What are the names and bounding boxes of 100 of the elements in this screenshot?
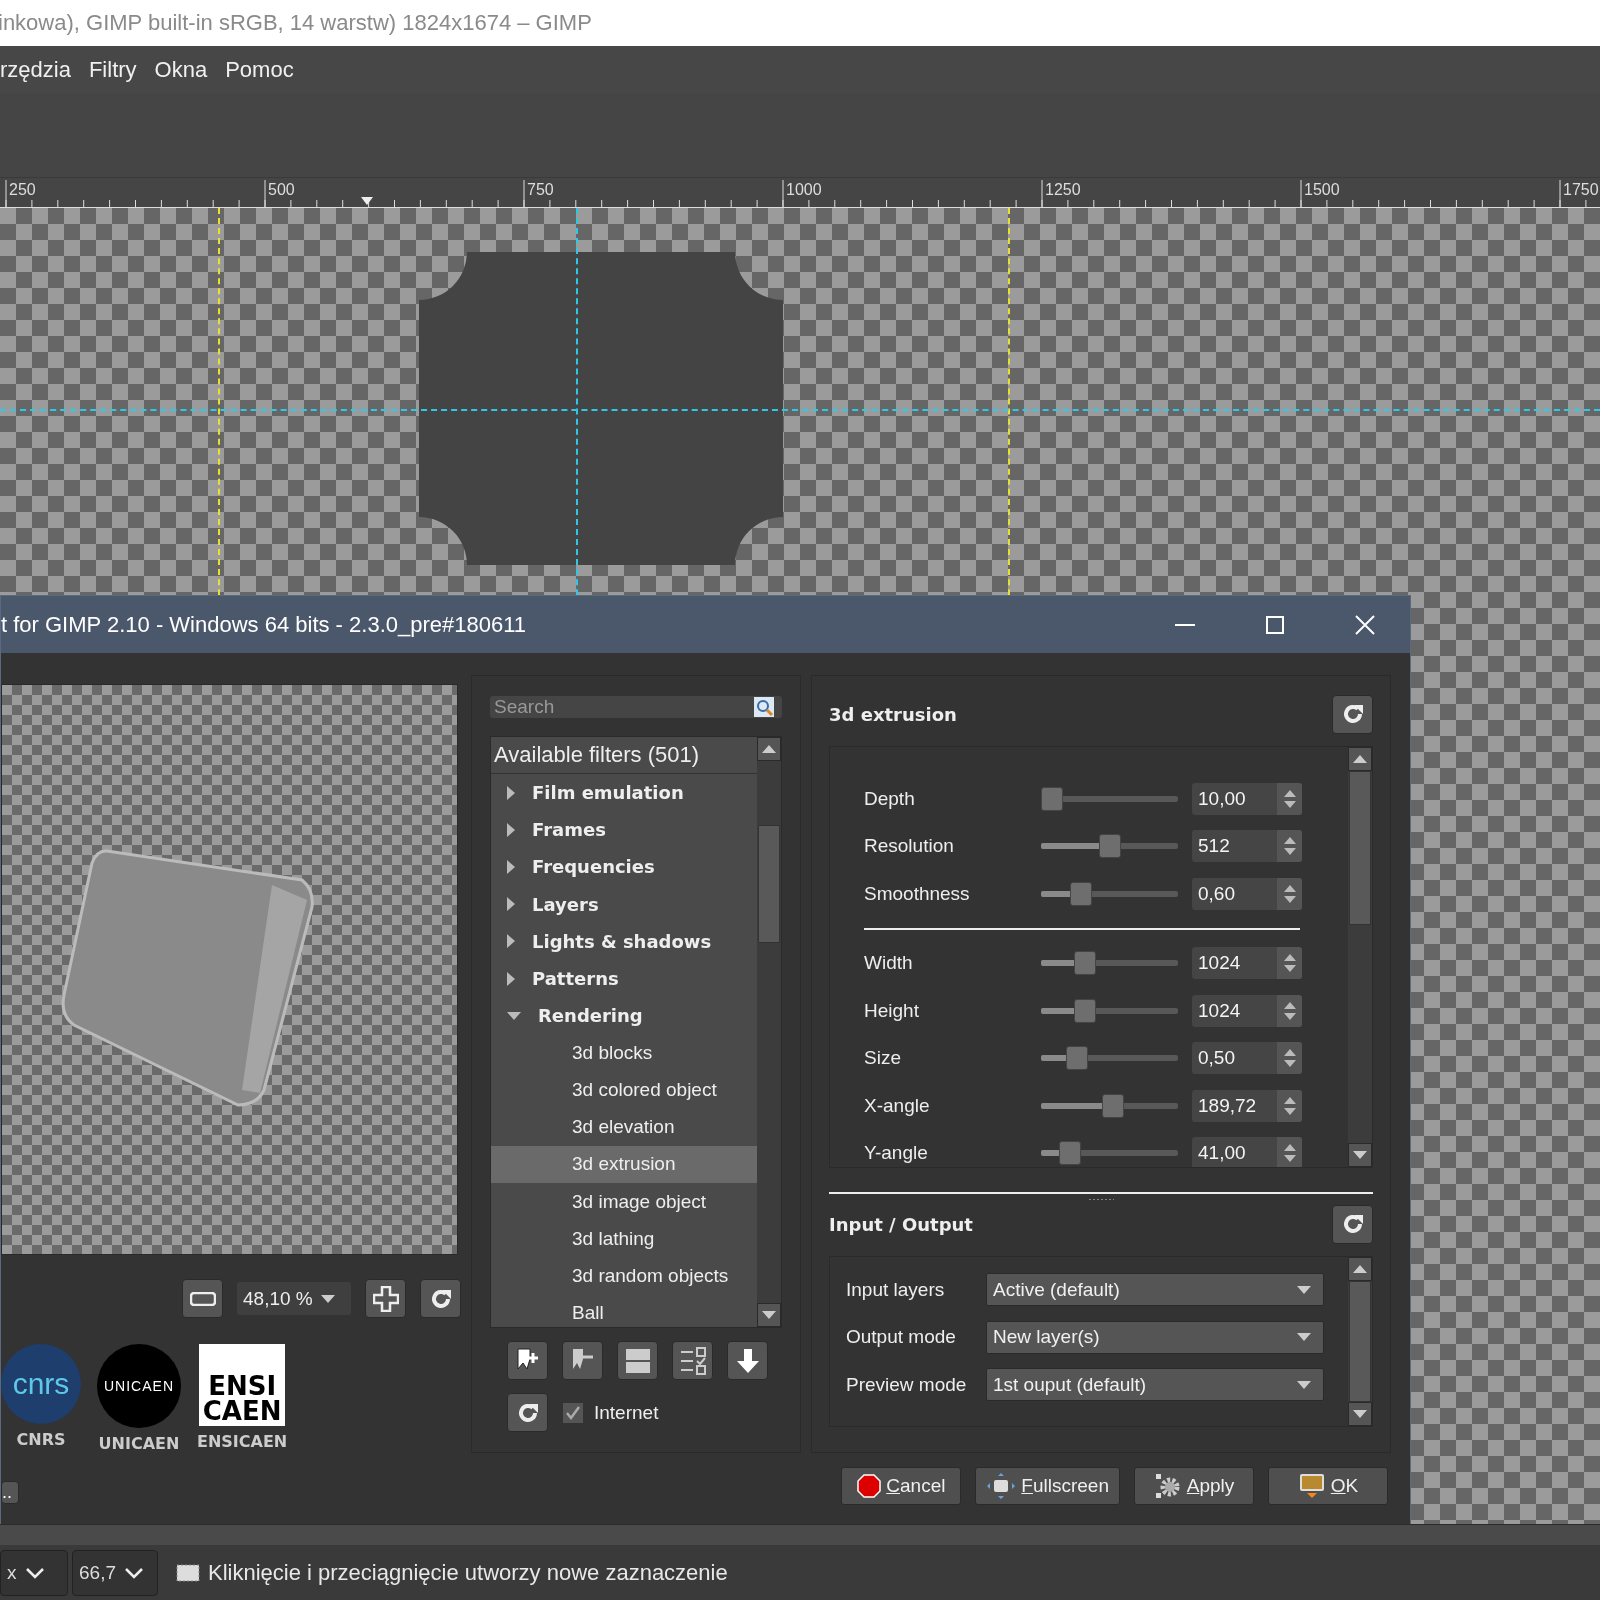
- number-field[interactable]: 189,72: [1192, 1089, 1302, 1122]
- filter-item[interactable]: 3d elevation: [491, 1108, 757, 1146]
- filter-item[interactable]: 3d blocks: [491, 1034, 757, 1072]
- parameter-label: Height: [864, 999, 920, 1022]
- filter-category[interactable]: Patterns: [491, 959, 757, 998]
- filter-item[interactable]: Ball: [491, 1294, 757, 1327]
- scroll-down-button[interactable]: [757, 1303, 781, 1327]
- scroll-up-button[interactable]: [757, 737, 781, 761]
- minus-icon: [189, 1291, 216, 1306]
- logo-caption: CNRS: [16, 1430, 66, 1449]
- down-arrow-icon: [762, 1311, 776, 1319]
- remove-favorite-button[interactable]: [562, 1341, 603, 1380]
- scrollbar-thumb[interactable]: [1349, 1281, 1371, 1402]
- slider-thumb[interactable]: [1098, 834, 1121, 859]
- zoom-out-button[interactable]: [182, 1279, 223, 1318]
- menu-item[interactable]: rzędzia: [0, 56, 80, 83]
- dropdown-arrow-icon: [1297, 1285, 1311, 1294]
- dropdown[interactable]: Active (default): [986, 1273, 1324, 1307]
- slider-thumb[interactable]: [1066, 1046, 1089, 1071]
- cancel-button[interactable]: Cancel: [841, 1467, 962, 1505]
- toggle-list-button[interactable]: [672, 1341, 713, 1380]
- filter-category[interactable]: Layers: [491, 885, 757, 923]
- parameter-label: Smoothness: [864, 882, 971, 905]
- scrollbar-thumb[interactable]: [758, 825, 780, 943]
- slider-thumb[interactable]: [1074, 998, 1097, 1023]
- menu-item[interactable]: Pomoc: [216, 56, 303, 83]
- filter-item[interactable]: 3d colored object: [491, 1071, 757, 1109]
- expand-arrow-icon: [507, 971, 515, 986]
- slider-thumb[interactable]: [1041, 786, 1063, 811]
- filter-category[interactable]: Frequencies: [491, 848, 757, 886]
- parameter-label: Size: [864, 1047, 902, 1070]
- filter-category[interactable]: Film emulation: [491, 774, 757, 812]
- number-field[interactable]: 10,00: [1192, 782, 1302, 815]
- search-icon: [754, 697, 774, 717]
- filter-category[interactable]: Frames: [491, 811, 757, 849]
- parameter-label: Depth: [864, 787, 916, 810]
- scroll-down-button[interactable]: [1348, 1402, 1372, 1426]
- reset-button[interactable]: [1332, 694, 1373, 734]
- dropdown[interactable]: 1st ouput (default): [986, 1368, 1324, 1402]
- download-button[interactable]: [727, 1341, 768, 1380]
- gear-icon: [1153, 1472, 1182, 1500]
- add-favorite-button[interactable]: [507, 1341, 548, 1380]
- scroll-up-button[interactable]: [1348, 747, 1372, 771]
- update-button[interactable]: [507, 1393, 548, 1432]
- internet-checkbox[interactable]: [562, 1401, 584, 1424]
- filter-item[interactable]: 3d lathing: [491, 1220, 757, 1258]
- slider[interactable]: [1041, 881, 1178, 906]
- ok-button[interactable]: OK: [1268, 1467, 1388, 1505]
- unit-dropdown[interactable]: x: [0, 1549, 68, 1596]
- resize-grip[interactable]: [1088, 1198, 1114, 1201]
- reset-button[interactable]: [1332, 1204, 1373, 1244]
- slider[interactable]: [1041, 1046, 1178, 1071]
- rename-button[interactable]: [617, 1341, 658, 1380]
- about-button[interactable]: ..: [1, 1481, 19, 1504]
- zoom-dropdown[interactable]: 66,7: [72, 1549, 158, 1596]
- filter-category[interactable]: Lights & shadows: [491, 922, 757, 960]
- slider-thumb[interactable]: [1069, 881, 1092, 906]
- parameter-label: Resolution: [864, 835, 955, 858]
- scroll-down-button[interactable]: [1348, 1143, 1372, 1167]
- fullscreen-button[interactable]: Fullscreen: [975, 1467, 1120, 1505]
- logo: cnrs: [1, 1344, 81, 1424]
- slider-thumb[interactable]: [1101, 1093, 1124, 1118]
- checklist-icon: [678, 1346, 707, 1375]
- filter-item[interactable]: 3d image object: [491, 1183, 757, 1221]
- slider-thumb[interactable]: [1059, 1141, 1082, 1166]
- filter-category[interactable]: Rendering: [491, 997, 757, 1035]
- scrollbar-thumb[interactable]: [1349, 771, 1371, 925]
- slider[interactable]: [1041, 951, 1178, 976]
- down-arrow-icon: [1353, 1151, 1367, 1159]
- window-title: inkowa), GIMP built-in sRGB, 14 warstw) 1824x1674 – GIMP: [0, 10, 592, 36]
- dropdown[interactable]: New layer(s): [986, 1320, 1324, 1354]
- logo-caption: ENSICAEN: [197, 1432, 288, 1451]
- number-field[interactable]: 512: [1192, 830, 1302, 863]
- up-arrow-icon: [1353, 1265, 1367, 1273]
- menu-item[interactable]: Filtry: [79, 56, 146, 83]
- scroll-up-button[interactable]: [1348, 1257, 1372, 1281]
- number-field[interactable]: 0,50: [1192, 1042, 1302, 1075]
- slider[interactable]: [1041, 998, 1178, 1023]
- ruler-label: 1500: [1304, 181, 1340, 199]
- slider-thumb[interactable]: [1074, 951, 1097, 976]
- menu-item[interactable]: Okna: [145, 56, 217, 83]
- logo: UNICAEN: [97, 1344, 181, 1428]
- reset-zoom-button[interactable]: [420, 1279, 461, 1318]
- number-field[interactable]: 41,00: [1192, 1137, 1302, 1167]
- slider[interactable]: [1041, 1141, 1178, 1166]
- slider[interactable]: [1041, 834, 1178, 859]
- logo-caption: UNICAEN: [98, 1434, 180, 1453]
- zoom-in-button[interactable]: [365, 1279, 406, 1318]
- filter-item[interactable]: 3d extrusion: [491, 1145, 757, 1184]
- slider[interactable]: [1041, 786, 1178, 811]
- field-label: Preview mode: [846, 1373, 968, 1396]
- parameter-label: X-angle: [864, 1094, 931, 1117]
- zoom-field[interactable]: 48,10 %: [237, 1282, 351, 1315]
- slider[interactable]: [1041, 1093, 1178, 1118]
- number-field[interactable]: 0,60: [1192, 877, 1302, 910]
- apply-button[interactable]: Apply: [1134, 1467, 1254, 1505]
- number-field[interactable]: 1024: [1192, 994, 1302, 1027]
- number-field[interactable]: 1024: [1192, 947, 1302, 980]
- filter-item[interactable]: 3d random objects: [491, 1257, 757, 1295]
- expand-arrow-icon: [507, 859, 515, 874]
